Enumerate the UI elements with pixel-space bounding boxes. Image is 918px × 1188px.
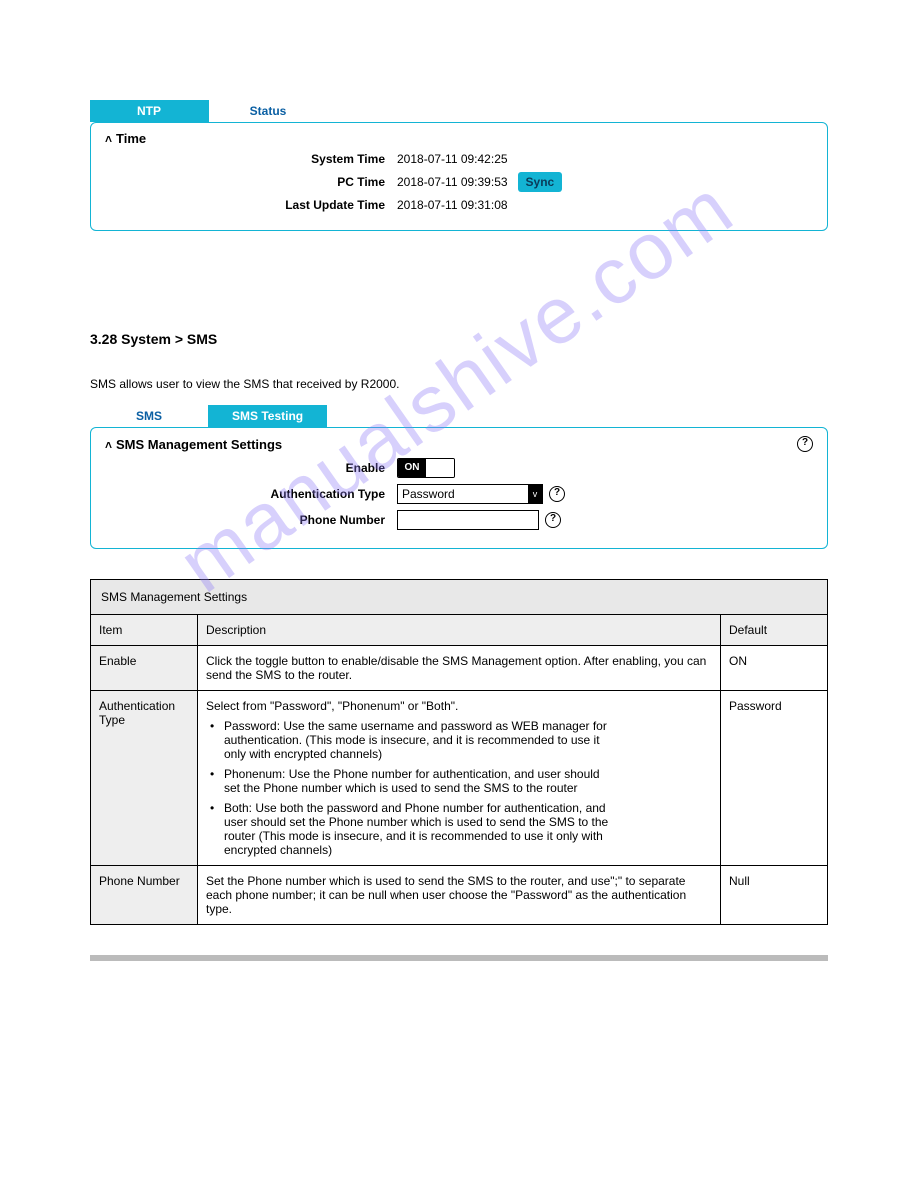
auth-type-select[interactable]: Password v bbox=[397, 484, 543, 504]
time-panel: Time System Time 2018-07-11 09:42:25 PC … bbox=[90, 122, 828, 231]
sms-tabs: SMS SMS Testing bbox=[90, 405, 828, 427]
caret-up-icon bbox=[105, 131, 112, 146]
tab-sms-testing[interactable]: SMS Testing bbox=[208, 405, 327, 427]
cell-default-enable: ON bbox=[721, 646, 828, 691]
auth-type-value: Password bbox=[402, 487, 455, 501]
auth-type-label: Authentication Type bbox=[105, 487, 397, 501]
sms-section-intro: SMS allows user to view the SMS that rec… bbox=[90, 377, 828, 391]
table-header-default: Default bbox=[721, 615, 828, 646]
time-panel-header[interactable]: Time bbox=[105, 131, 813, 146]
table-header-item: Item bbox=[91, 615, 198, 646]
help-icon[interactable]: ? bbox=[545, 512, 561, 528]
caret-up-icon bbox=[105, 437, 112, 452]
table-row: Enable Click the toggle button to enable… bbox=[91, 646, 828, 691]
enable-label: Enable bbox=[105, 461, 397, 475]
help-icon[interactable]: ? bbox=[797, 436, 813, 452]
cell-desc-enable: Click the toggle button to enable/disabl… bbox=[198, 646, 721, 691]
pc-time-value: 2018-07-11 09:39:53 bbox=[397, 175, 508, 189]
phone-number-label: Phone Number bbox=[105, 513, 397, 527]
system-time-label: System Time bbox=[105, 152, 397, 166]
cell-default-phone: Null bbox=[721, 866, 828, 925]
time-tabs: NTP Status bbox=[90, 100, 828, 122]
sms-panel-title: SMS Management Settings bbox=[116, 437, 282, 452]
help-icon[interactable]: ? bbox=[549, 486, 565, 502]
footer-divider bbox=[90, 955, 828, 961]
tab-status[interactable]: Status bbox=[208, 100, 327, 122]
last-update-label: Last Update Time bbox=[105, 198, 397, 212]
toggle-on-label: ON bbox=[398, 459, 426, 477]
last-update-value: 2018-07-11 09:31:08 bbox=[397, 198, 508, 212]
cell-item-phone: Phone Number bbox=[91, 866, 198, 925]
table-header-description: Description bbox=[198, 615, 721, 646]
cell-desc-phone: Set the Phone number which is used to se… bbox=[198, 866, 721, 925]
cell-item-enable: Enable bbox=[91, 646, 198, 691]
cell-desc-auth: Select from "Password", "Phonenum" or "B… bbox=[198, 691, 721, 866]
table-row: Phone Number Set the Phone number which … bbox=[91, 866, 828, 925]
pc-time-label: PC Time bbox=[105, 175, 397, 189]
cell-item-auth: Authentication Type bbox=[91, 691, 198, 866]
system-time-value: 2018-07-11 09:42:25 bbox=[397, 152, 508, 166]
spec-table: SMS Management Settings Item Description… bbox=[90, 579, 828, 925]
cell-default-auth: Password bbox=[721, 691, 828, 866]
sms-panel-header[interactable]: SMS Management Settings ? bbox=[105, 436, 813, 452]
sms-panel: SMS Management Settings ? Enable ON Auth… bbox=[90, 427, 828, 549]
table-main-header: SMS Management Settings bbox=[91, 580, 828, 615]
enable-toggle[interactable]: ON bbox=[397, 458, 455, 478]
sms-section-heading: 3.28 System > SMS bbox=[90, 331, 828, 347]
sync-button[interactable]: Sync bbox=[518, 172, 563, 192]
phone-number-input[interactable] bbox=[397, 510, 539, 530]
tab-ntp[interactable]: NTP bbox=[90, 100, 208, 122]
toggle-off-space bbox=[426, 459, 454, 477]
chevron-down-icon: v bbox=[528, 485, 542, 503]
tab-sms[interactable]: SMS bbox=[90, 405, 208, 427]
table-row: Authentication Type Select from "Passwor… bbox=[91, 691, 828, 866]
time-panel-title: Time bbox=[116, 131, 146, 146]
